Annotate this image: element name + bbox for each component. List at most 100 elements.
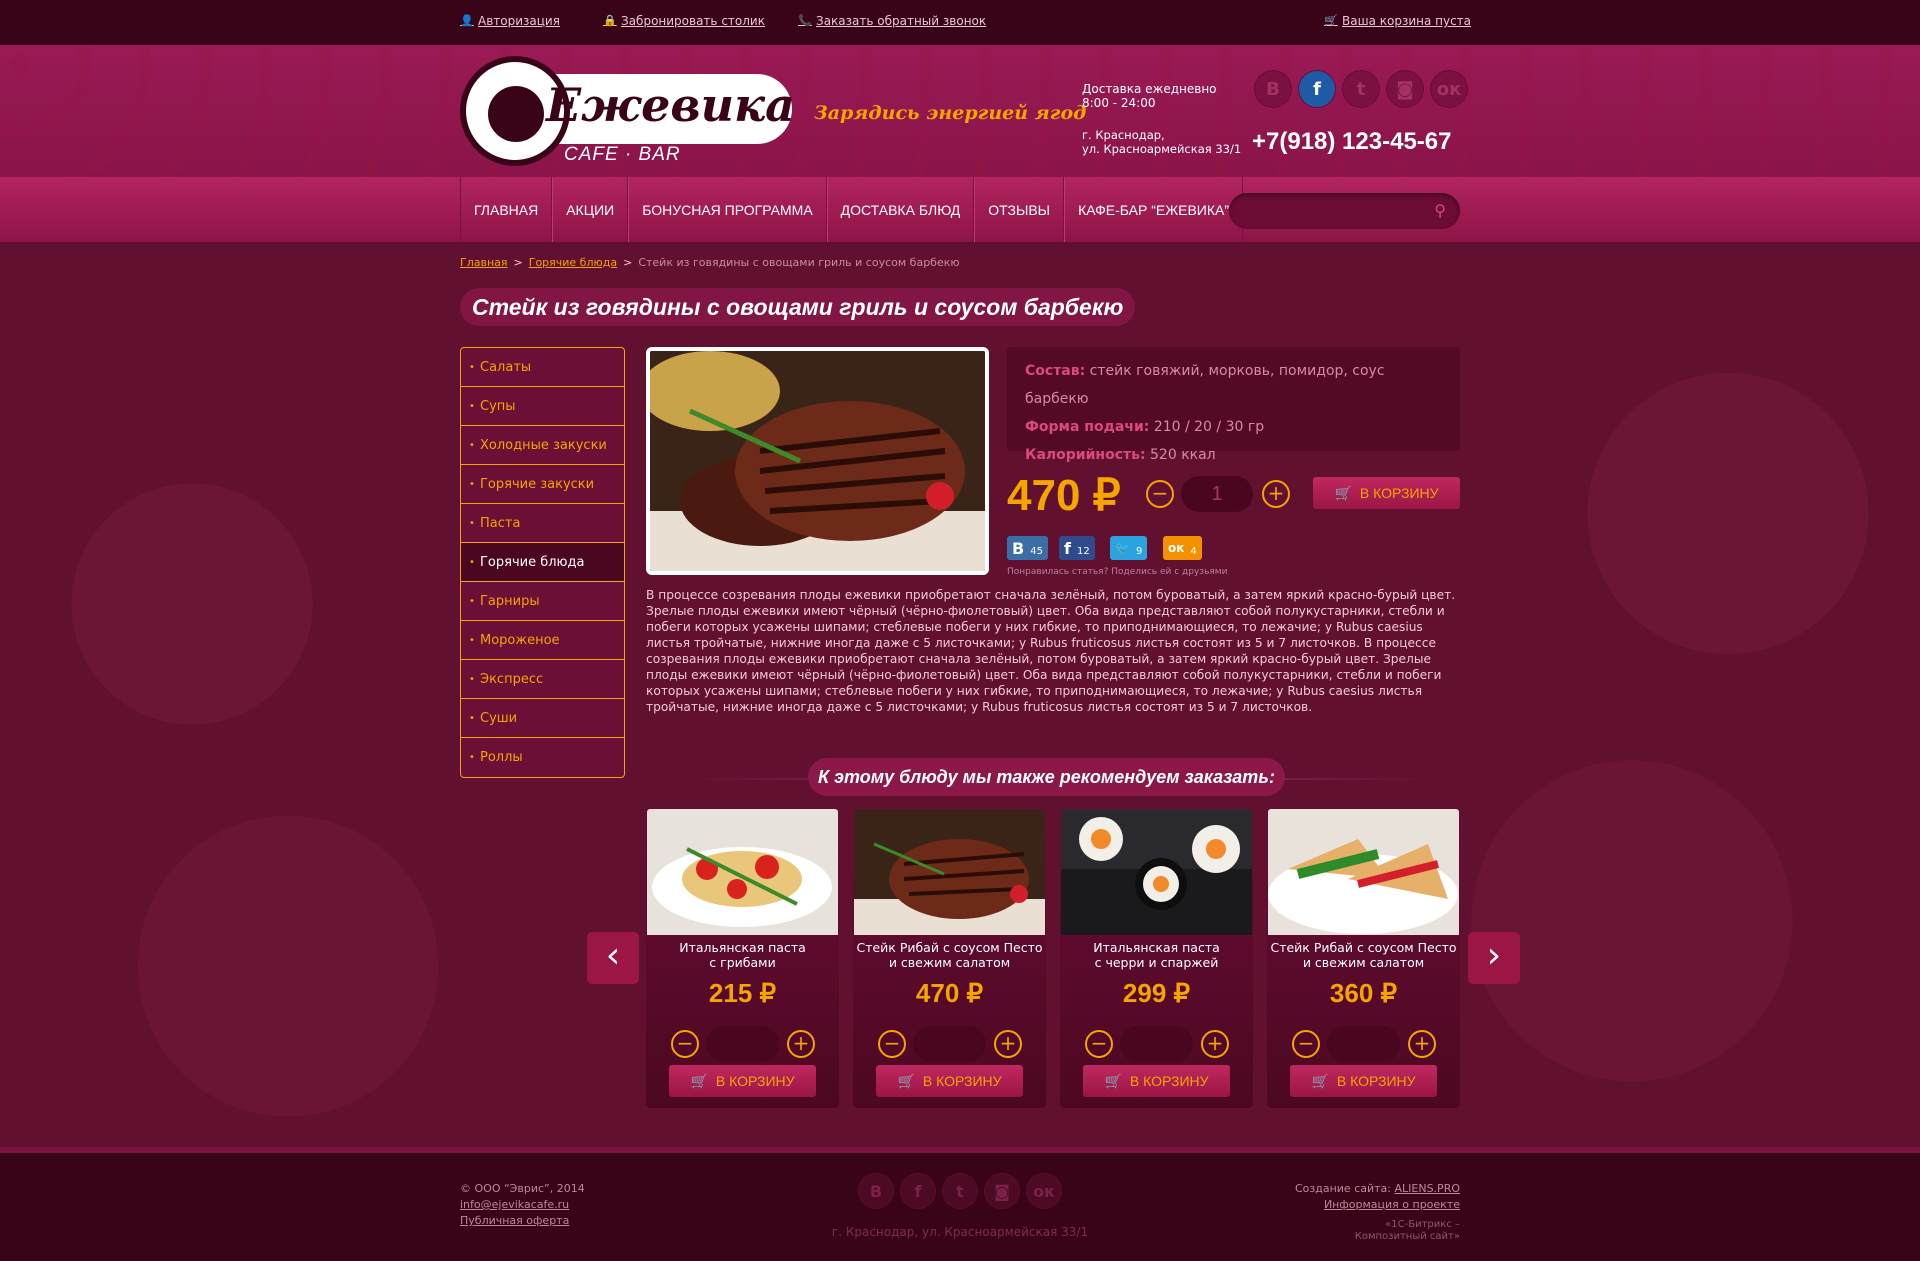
share-count: 12 [1076,545,1090,557]
category-item-express[interactable]: Экспресс [461,660,624,699]
breadcrumb-current: Стейк из говядины с овощами гриль и соус… [638,256,960,269]
bitrix-badge[interactable]: «1С-Битрикс – Композитный сайт» [1355,1219,1460,1243]
qty-minus-button[interactable]: − [1146,480,1174,508]
lock-icon: 🔒 [603,14,617,27]
add-to-cart-button[interactable]: 🛒 В КОРЗИНУ [876,1065,1023,1097]
nav-item-promo[interactable]: АКЦИИ [552,177,629,242]
dish-image[interactable] [1061,809,1252,935]
qty-minus-button[interactable]: − [878,1030,906,1058]
category-item-soups[interactable]: Супы [461,387,624,426]
qty-plus-button[interactable]: + [994,1030,1022,1058]
user-icon: 👤 [460,14,474,27]
category-item-sushi[interactable]: Суши [461,699,624,738]
twitter-icon[interactable]: t [942,1173,978,1209]
callback-link[interactable]: 📞 Заказать обратный звонок [798,14,986,28]
vk-icon[interactable]: В [1254,70,1292,108]
instagram-icon[interactable]: ◙ [1386,70,1424,108]
odnoklassniki-icon: ок [1168,541,1185,555]
qty-input[interactable] [1181,476,1253,512]
qty-minus-button[interactable]: − [1292,1030,1320,1058]
add-to-cart-button[interactable]: 🛒 В КОРЗИНУ [1083,1065,1230,1097]
category-item-rolls[interactable]: Роллы [461,738,624,777]
carousel-prev-button[interactable]: ‹ [587,932,639,984]
category-item-hot-appetizers[interactable]: Горячие закуски [461,465,624,504]
cart-icon: 🛒 [1324,14,1338,27]
category-item-ice-cream[interactable]: Мороженое [461,621,624,660]
qty-plus-button[interactable]: + [787,1030,815,1058]
dish-name-line: Итальянская паста [1093,940,1220,955]
vk-icon[interactable]: В [858,1173,894,1209]
category-item-cold-appetizers[interactable]: Холодные закуски [461,426,624,465]
address-city: г. Краснодар, [1082,128,1165,142]
qty-minus-button[interactable]: − [1085,1030,1113,1058]
add-to-cart-button[interactable]: 🛒 В КОРЗИНУ [1290,1065,1437,1097]
nav-item-bonus[interactable]: БОНУСНАЯ ПРОГРАММА [628,177,827,242]
search-input[interactable] [1243,200,1423,222]
logo-name: Ежевика [546,78,795,132]
qty-plus-button[interactable]: + [1408,1030,1436,1058]
dish-name-line: с грибами [709,955,776,970]
dish-image[interactable] [854,809,1045,935]
odnoklassniki-icon[interactable]: ок [1430,70,1468,108]
search-icon[interactable]: ⚲ [1434,201,1446,220]
category-item-garnish[interactable]: Гарниры [461,582,624,621]
odnoklassniki-icon[interactable]: ок [1026,1173,1062,1209]
footer-left: © ООО “Эврис”, 2014 info@ejevikacafe.ru … [460,1181,585,1229]
login-label: Авторизация [478,14,560,28]
twitter-icon[interactable]: t [1342,70,1380,108]
category-item-pasta[interactable]: Паста [461,504,624,543]
logo[interactable]: Ежевика CAFE · BAR [460,56,795,166]
cart-icon: 🛒 [1104,1072,1122,1089]
dish-image[interactable] [647,809,838,935]
nav-item-cafe[interactable]: КАФЕ-БАР “ЕЖЕВИКА” [1064,177,1244,242]
share-vk-button[interactable]: В 45 [1007,536,1048,560]
twitter-icon: 🐦 [1115,541,1130,555]
facebook-icon[interactable]: f [1298,70,1336,108]
facebook-icon[interactable]: f [900,1173,936,1209]
add-to-cart-label: В КОРЗИНУ [715,1073,795,1089]
search-box: ⚲ [1229,193,1460,229]
bitrix-line: «1С-Битрикс – [1385,1219,1460,1230]
qty-plus-button[interactable]: + [1262,480,1290,508]
dish-name: Стейк Рибай с соусом Песто и свежим салат… [853,940,1046,970]
nav-item-delivery[interactable]: ДОСТАВКА БЛЮД [826,177,975,242]
qty-plus-button[interactable]: + [1201,1030,1229,1058]
steak-image [650,351,985,571]
composition-row: Состав: стейк говяжий, морковь, помидор,… [1025,357,1442,413]
qty-input[interactable] [1120,1026,1193,1062]
copyright: © ООО “Эврис”, 2014 [460,1182,585,1195]
nav-item-reviews[interactable]: ОТЗЫВЫ [974,177,1065,242]
dish-name-line: Итальянская паста [679,940,806,955]
share-odnoklassniki-button[interactable]: ок 4 [1163,536,1202,560]
qty-minus-button[interactable]: − [671,1030,699,1058]
product-info: Состав: стейк говяжий, морковь, помидор,… [1007,347,1460,463]
carousel-next-button[interactable]: › [1468,932,1520,984]
share-facebook-button[interactable]: f 12 [1059,536,1095,560]
category-item-hot-dishes[interactable]: Горячие блюда [461,543,624,582]
phone-number[interactable]: +7(918) 123-45-67 [1252,128,1451,156]
top-bar: 👤 Авторизация 🔒 Забронировать столик 📞 З… [0,0,1920,45]
share-twitter-button[interactable]: 🐦 9 [1110,536,1148,560]
login-link[interactable]: 👤 Авторизация [460,14,560,28]
add-to-cart-button[interactable]: 🛒 В КОРЗИНУ [1313,477,1460,509]
add-to-cart-label: В КОРЗИНУ [1359,485,1439,501]
dish-image[interactable] [1268,809,1459,935]
qty-input[interactable] [913,1026,986,1062]
calories-row: Калорийность: 520 ккал [1025,441,1442,469]
reserve-table-link[interactable]: 🔒 Забронировать столик [603,14,765,28]
category-item-salads[interactable]: Салаты [461,348,624,387]
product-photo[interactable] [646,347,989,575]
breadcrumb-home[interactable]: Главная [460,256,508,269]
add-to-cart-button[interactable]: 🛒 В КОРЗИНУ [669,1065,816,1097]
nav-item-home[interactable]: ГЛАВНАЯ [460,177,553,242]
instagram-icon[interactable]: ◙ [984,1173,1020,1209]
breadcrumb-hot-dishes[interactable]: Горячие блюда [529,256,617,269]
cart-link[interactable]: 🛒 Ваша корзина пуста [1324,14,1471,28]
qty-input[interactable] [1327,1026,1400,1062]
project-info-link[interactable]: Информация о проекте [1295,1197,1460,1213]
aliens-pro-link[interactable]: ALIENS.PRO [1395,1182,1461,1195]
footer-email-link[interactable]: info@ejevikacafe.ru [460,1197,585,1213]
dish-price: 299 ₽ [1122,978,1191,1008]
qty-input[interactable] [706,1026,779,1062]
recommend-card: Стейк Рибай с соусом Песто и свежим салат… [1267,808,1460,1108]
